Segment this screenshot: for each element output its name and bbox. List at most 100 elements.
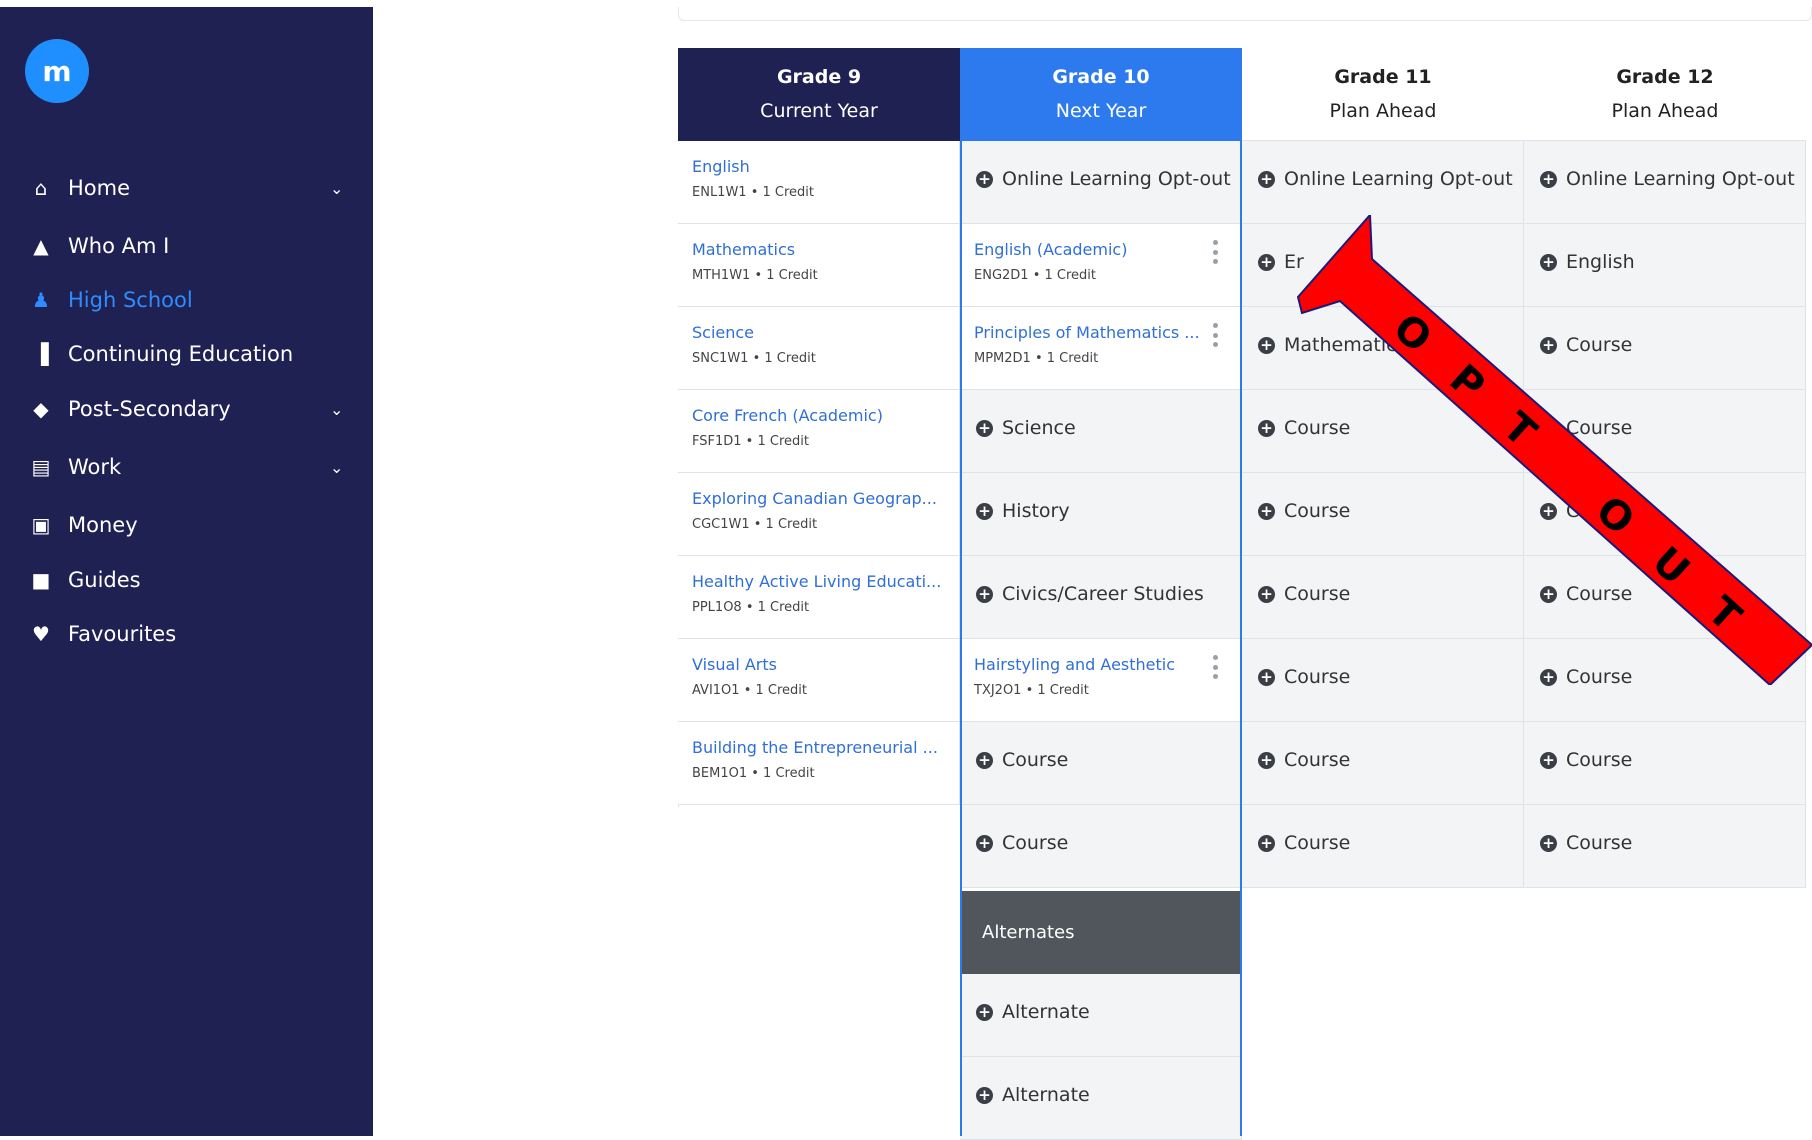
plus-circle-icon: + [1540, 502, 1557, 520]
add-course-button[interactable]: + English [1540, 251, 1635, 273]
sidebar-item-guides[interactable]: ■ Guides [0, 556, 373, 604]
add-course-button[interactable]: + Course [976, 749, 1068, 771]
chevron-down-icon[interactable]: ⌄ [330, 400, 343, 419]
course-name-link[interactable]: Science [692, 323, 754, 342]
course-name-link[interactable]: Mathematics [692, 240, 795, 259]
course-name-link[interactable]: Visual Arts [692, 655, 777, 674]
plus-circle-icon: + [1258, 253, 1275, 271]
add-course-button[interactable]: + Civics/Career Studies [976, 583, 1204, 605]
add-course-label: Course [1284, 666, 1351, 688]
add-course-slot[interactable]: + Alternate [960, 1057, 1242, 1140]
add-course-button[interactable]: + Course [1258, 583, 1350, 605]
add-course-button[interactable]: + Course [976, 832, 1068, 854]
chevron-down-icon[interactable]: ⌄ [330, 458, 343, 477]
add-course-slot[interactable]: + Course [1242, 639, 1524, 722]
course-name-link[interactable]: Core French (Academic) [692, 406, 883, 425]
course-name-link[interactable]: Healthy Active Living Educati... [692, 572, 941, 591]
add-course-slot[interactable]: + Er [1242, 224, 1524, 307]
more-options-icon[interactable] [1213, 323, 1219, 347]
add-course-button[interactable]: + Alternate [976, 1084, 1090, 1106]
course-card[interactable]: Principles of Mathematics ... MPM2D1 • 1 … [960, 307, 1242, 390]
sidebar-item-money[interactable]: ▣ Money [0, 501, 373, 549]
add-course-button[interactable]: + Online Learning Opt-out [1258, 168, 1513, 190]
add-course-slot[interactable]: + Course [1242, 556, 1524, 639]
add-course-slot[interactable]: + Course [960, 722, 1242, 805]
plus-circle-icon: + [1258, 502, 1275, 520]
add-course-slot[interactable]: + Online Learning Opt-out [1242, 141, 1524, 224]
plus-circle-icon: + [976, 834, 993, 852]
course-code-credit: TXJ2O1 • 1 Credit [974, 683, 1089, 698]
more-options-icon[interactable] [1213, 240, 1219, 264]
add-course-button[interactable]: + Course [1540, 749, 1632, 771]
course-name-link[interactable]: Principles of Mathematics ... [974, 323, 1200, 342]
add-course-label: Science [1002, 417, 1076, 439]
course-name-link[interactable]: English [692, 157, 750, 176]
add-course-button[interactable]: + Course [1258, 832, 1350, 854]
sidebar-item-home[interactable]: ⌂ Home ⌄ [0, 164, 373, 212]
course-name-link[interactable]: Exploring Canadian Geograp... [692, 489, 937, 508]
course-card[interactable]: Science SNC1W1 • 1 Credit [678, 307, 960, 390]
add-course-button[interactable]: + Science [976, 417, 1076, 439]
sidebar-item-continuing-education[interactable]: ▐ Continuing Education [0, 330, 373, 378]
add-course-slot[interactable]: + Course [1524, 722, 1806, 805]
add-course-slot[interactable]: + Course [1524, 307, 1806, 390]
add-course-slot[interactable]: + Alternate [960, 974, 1242, 1057]
course-card[interactable]: Exploring Canadian Geograp... CGC1W1 • 1 … [678, 473, 960, 556]
course-name-link[interactable]: Hairstyling and Aesthetic [974, 655, 1175, 674]
add-course-button[interactable]: + Er [1258, 251, 1304, 273]
more-options-icon[interactable] [1213, 655, 1219, 679]
add-course-slot[interactable]: + Course [1242, 805, 1524, 888]
add-course-button[interactable]: + Course [1540, 832, 1632, 854]
add-course-label: Alternate [1002, 1084, 1090, 1106]
sidebar-item-work[interactable]: ▤ Work ⌄ [0, 443, 373, 491]
sidebar: m ⌂ Home ⌄ ▲ Who Am I ♟ High School ▐ Continuing… [0, 7, 373, 1136]
course-card[interactable]: Building the Entrepreneurial ... BEM1O1 •… [678, 722, 960, 805]
sidebar-item-high-school[interactable]: ♟ High School [0, 276, 373, 324]
add-course-button[interactable]: + Course [1540, 666, 1632, 688]
add-course-slot[interactable]: + Course [1524, 805, 1806, 888]
book-icon: ■ [31, 568, 51, 592]
add-course-button[interactable]: + Online Learning Opt-out [976, 168, 1231, 190]
course-card[interactable]: Core French (Academic) FSF1D1 • 1 Credit [678, 390, 960, 473]
course-card[interactable]: English ENL1W1 • 1 Credit [678, 141, 960, 224]
add-course-slot[interactable]: + Science [960, 390, 1242, 473]
sidebar-item-post-secondary[interactable]: ◆ Post-Secondary ⌄ [0, 385, 373, 433]
add-course-button[interactable]: + Course [1258, 666, 1350, 688]
add-course-button[interactable]: + Course [1540, 583, 1632, 605]
course-card[interactable]: Mathematics MTH1W1 • 1 Credit [678, 224, 960, 307]
add-course-slot[interactable]: + Civics/Career Studies [960, 556, 1242, 639]
course-card[interactable]: English (Academic) ENG2D1 • 1 Credit [960, 224, 1242, 307]
course-code-credit: ENL1W1 • 1 Credit [692, 185, 815, 200]
add-course-button[interactable]: + Course [1540, 334, 1632, 356]
add-course-slot[interactable]: + English [1524, 224, 1806, 307]
add-course-slot[interactable]: + Course [960, 805, 1242, 888]
column-title: Grade 11 [1334, 66, 1432, 88]
add-course-slot[interactable]: + Online Learning Opt-out [1524, 141, 1806, 224]
logo[interactable]: m [25, 39, 89, 103]
course-code-credit: MTH1W1 • 1 Credit [692, 268, 818, 283]
course-card[interactable]: Visual Arts AVI1O1 • 1 Credit [678, 639, 960, 722]
sidebar-item-favourites[interactable]: ♥ Favourites [0, 610, 373, 658]
sidebar-item-who-am-i[interactable]: ▲ Who Am I [0, 222, 373, 270]
add-course-label: Course [1002, 749, 1069, 771]
course-code-credit: PPL1O8 • 1 Credit [692, 600, 810, 615]
add-course-slot[interactable]: + History [960, 473, 1242, 556]
add-course-button[interactable]: + Course [1258, 749, 1350, 771]
plus-circle-icon: + [976, 1086, 993, 1104]
add-course-slot[interactable]: + Course [1242, 722, 1524, 805]
add-course-slot[interactable]: + Online Learning Opt-out [960, 141, 1242, 224]
plus-circle-icon: + [1540, 751, 1557, 769]
add-course-label: Course [1566, 334, 1633, 356]
course-card[interactable]: Healthy Active Living Educati... PPL1O8 •… [678, 556, 960, 639]
course-name-link[interactable]: English (Academic) [974, 240, 1127, 259]
add-course-button[interactable]: + Course [1258, 500, 1350, 522]
course-card[interactable]: Hairstyling and Aesthetic TXJ2O1 • 1 Cred… [960, 639, 1242, 722]
add-course-button[interactable]: + Online Learning Opt-out [1540, 168, 1795, 190]
chevron-down-icon[interactable]: ⌄ [330, 179, 343, 198]
alternates-header: Alternates [960, 891, 1242, 974]
add-course-button[interactable]: + History [976, 500, 1070, 522]
add-course-button[interactable]: + Course [1258, 417, 1350, 439]
add-course-slot[interactable]: + Course [1242, 473, 1524, 556]
course-name-link[interactable]: Building the Entrepreneurial ... [692, 738, 938, 757]
add-course-button[interactable]: + Alternate [976, 1001, 1090, 1023]
